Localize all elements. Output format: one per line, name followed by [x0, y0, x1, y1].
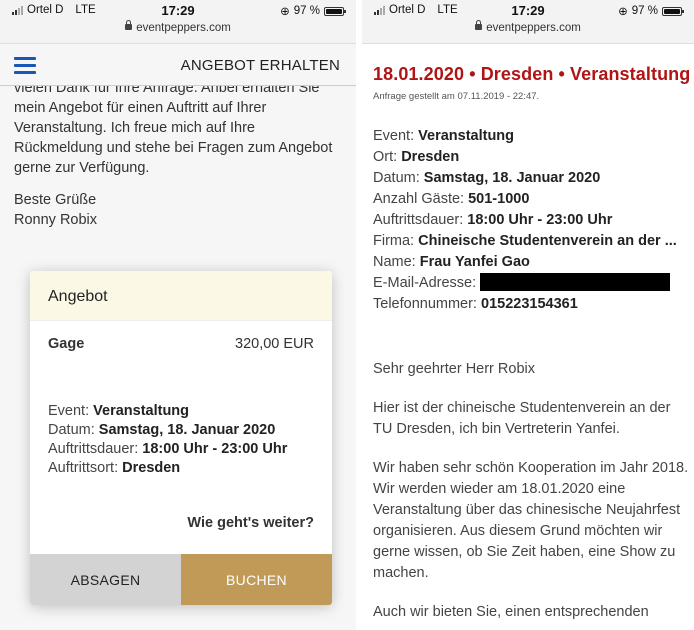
letter-paragraph: Wir haben sehr schön Kooperation im Jahr… — [373, 460, 689, 581]
page-title: ANGEBOT ERHALTEN — [180, 57, 340, 74]
message-text: vielen Dank für Ihre Anfrage. Anbei erha… — [14, 78, 340, 242]
url-text: eventpeppers.com — [486, 22, 581, 34]
right-phone-screen: Ortel D LTE 17:29 eventpeppers.com ⊕ 97 … — [362, 0, 694, 630]
name-label: Name: — [373, 254, 416, 270]
alarm-icon: ⊕ — [280, 6, 290, 18]
lock-icon — [475, 20, 483, 30]
letter-paragraph: Auch wir bieten Sie, einen entsprechende… — [373, 604, 649, 620]
event-row: Event: Veranstaltung — [373, 126, 691, 147]
duration-value: 18:00 Uhr - 23:00 Uhr — [467, 212, 613, 228]
date-label: Datum: — [48, 422, 95, 438]
battery-percent: 97 % — [631, 5, 658, 17]
closing-text: Beste Grüße — [14, 192, 97, 208]
status-battery: ⊕ 97 % — [280, 4, 346, 18]
guests-value: 501-1000 — [468, 191, 530, 207]
message-signature: Ronny Robix — [14, 212, 98, 228]
location-row: Auftrittsort: Dresden — [48, 459, 314, 478]
decline-button[interactable]: ABSAGEN — [30, 554, 181, 605]
lock-icon — [125, 20, 133, 30]
letter-paragraph: Hier ist der chineische Studentenverein … — [373, 400, 671, 437]
request-letter: Sehr geehrter Herr Robix Hier ist der ch… — [373, 359, 691, 623]
location-value: Dresden — [122, 460, 181, 476]
fee-label: Gage — [48, 336, 85, 352]
date-row: Datum: Samstag, 18. Januar 2020 — [48, 421, 314, 440]
status-battery: ⊕ 97 % — [618, 4, 684, 18]
name-row: Name: Frau Yanfei Gao — [373, 252, 691, 273]
url-text: eventpeppers.com — [136, 22, 231, 34]
fee-row: Gage 320,00 EUR — [30, 321, 332, 352]
event-row: Event: Veranstaltung — [48, 402, 314, 421]
next-steps-link[interactable]: Wie geht's weiter? — [187, 515, 314, 531]
location-value: Dresden — [401, 149, 460, 165]
duration-label: Auftrittsdauer: — [373, 212, 464, 228]
event-value: Veranstaltung — [418, 128, 515, 144]
email-label: E-Mail-Adresse: — [373, 275, 477, 291]
letter-paragraph: Sehr geehrter Herr Robix — [373, 361, 535, 377]
event-label: Event: — [373, 128, 415, 144]
phone-label: Telefonnummer: — [373, 296, 477, 312]
duration-value: 18:00 Uhr - 23:00 Uhr — [142, 441, 288, 457]
alarm-icon: ⊕ — [618, 6, 628, 18]
left-phone-screen: Ortel D LTE 17:29 eventpeppers.com ⊕ 97 … — [0, 0, 356, 630]
url-bar[interactable]: eventpeppers.com — [362, 20, 694, 34]
phone-row: Telefonnummer: 015223154361 — [373, 294, 691, 315]
fee-value: 320,00 EUR — [235, 336, 314, 352]
name-value: Frau Yanfei Gao — [419, 254, 530, 270]
location-label: Auftrittsort: — [48, 460, 119, 476]
location-label: Ort: — [373, 149, 398, 165]
event-value: Veranstaltung — [93, 403, 190, 419]
message-closing: Beste Grüße — [14, 190, 340, 210]
guests-row: Anzahl Gäste: 501-1000 — [373, 189, 691, 210]
action-buttons: ABSAGEN BUCHEN — [30, 554, 332, 605]
status-bar: Ortel D LTE 17:29 eventpeppers.com ⊕ 97 … — [362, 0, 694, 44]
request-title: 18.01.2020 • Dresden • Veranstaltung — [373, 64, 691, 84]
location-row: Ort: Dresden — [373, 147, 691, 168]
duration-row: Auftrittsdauer: 18:00 Uhr - 23:00 Uhr — [373, 210, 691, 231]
request-fields: Event: Veranstaltung Ort: Dresden Datum:… — [373, 126, 691, 315]
request-detail: 18.01.2020 • Dresden • Veranstaltung Anf… — [373, 64, 691, 630]
offer-details: Event: Veranstaltung Datum: Samstag, 18.… — [30, 352, 332, 478]
battery-icon — [662, 6, 684, 16]
offer-card: Angebot Gage 320,00 EUR Event: Veranstal… — [30, 271, 332, 605]
duration-label: Auftrittsdauer: — [48, 441, 139, 457]
guests-label: Anzahl Gäste: — [373, 191, 465, 207]
request-timestamp: Anfrage gestellt am 07.11.2019 - 22:47. — [373, 91, 540, 102]
offer-title: Angebot — [30, 271, 332, 321]
date-label: Datum: — [373, 170, 420, 186]
date-value: Samstag, 18. Januar 2020 — [98, 422, 276, 438]
company-value: Chineische Studentenverein an der ... — [418, 233, 677, 249]
date-row: Datum: Samstag, 18. Januar 2020 — [373, 168, 691, 189]
status-bar: Ortel D LTE 17:29 eventpeppers.com ⊕ 97 … — [0, 0, 356, 44]
book-button[interactable]: BUCHEN — [181, 554, 332, 605]
redacted-email — [480, 273, 671, 291]
url-bar[interactable]: eventpeppers.com — [0, 20, 356, 34]
battery-icon — [324, 6, 346, 16]
phone-value[interactable]: 015223154361 — [481, 296, 578, 312]
company-label: Firma: — [373, 233, 415, 249]
top-navigation: ANGEBOT ERHALTEN — [0, 44, 356, 86]
event-label: Event: — [48, 403, 90, 419]
hamburger-menu-icon[interactable] — [14, 57, 36, 74]
company-row: Firma: Chineische Studentenverein an der… — [373, 231, 691, 252]
duration-row: Auftrittsdauer: 18:00 Uhr - 23:00 Uhr — [48, 440, 314, 459]
battery-percent: 97 % — [293, 5, 320, 17]
date-value: Samstag, 18. Januar 2020 — [423, 170, 601, 186]
message-body: vielen Dank für Ihre Anfrage. Anbei erha… — [14, 80, 333, 176]
email-row: E-Mail-Adresse: — [373, 273, 691, 294]
